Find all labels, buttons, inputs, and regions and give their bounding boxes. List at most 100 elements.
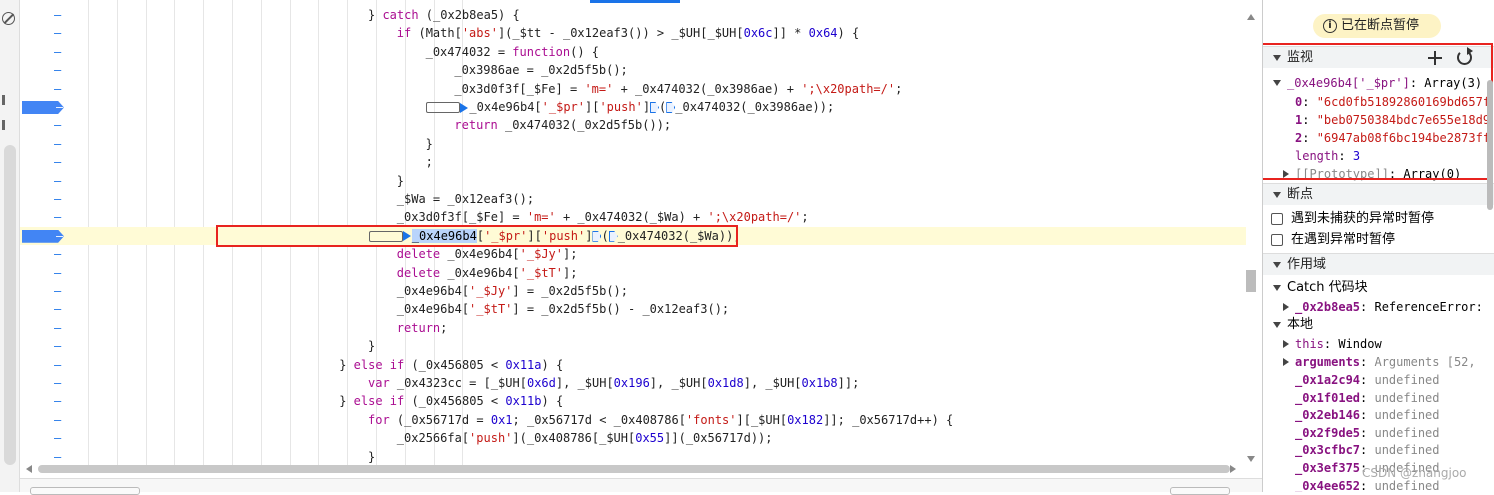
horizontal-scroll-thumb[interactable] bbox=[38, 465, 1230, 473]
scroll-left-arrow-icon[interactable] bbox=[26, 465, 32, 473]
code-line[interactable]: – _0x474032 = function() { bbox=[20, 43, 1246, 61]
scope-variable-row[interactable]: _0x3cfbc7: undefined bbox=[1263, 441, 1494, 459]
inline-breakpoint-box[interactable] bbox=[426, 102, 461, 113]
status-bar-control[interactable] bbox=[1170, 487, 1230, 495]
code-token: ] bbox=[642, 100, 651, 114]
vertical-scroll-thumb[interactable] bbox=[1246, 270, 1256, 292]
expand-caret-icon[interactable] bbox=[1283, 358, 1289, 366]
line-gutter[interactable]: – bbox=[20, 337, 68, 355]
sidebar-scroll-thumb[interactable] bbox=[1487, 80, 1493, 210]
line-gutter[interactable]: – bbox=[20, 356, 68, 374]
code-line[interactable]: – _0x3986ae = _0x2d5f5b(); bbox=[20, 61, 1246, 79]
scope-variable-row[interactable]: _0x2eb146: undefined bbox=[1263, 406, 1494, 424]
scope-variable-row[interactable]: _0x1f01ed: undefined bbox=[1263, 389, 1494, 407]
code-line[interactable]: – return _0x474032(_0x2d5f5b()); bbox=[20, 116, 1246, 134]
code-token: ; bbox=[895, 81, 903, 96]
line-gutter[interactable]: – bbox=[20, 24, 68, 42]
code-number: 0x1 bbox=[490, 412, 513, 427]
code-line[interactable]: – delete _0x4e96b4['_$tT']; bbox=[20, 264, 1246, 282]
scope-variable-row[interactable]: _0x2f9de5: undefined bbox=[1263, 424, 1494, 442]
line-gutter[interactable]: – bbox=[20, 264, 68, 282]
line-gutter[interactable]: – bbox=[20, 135, 68, 153]
scroll-down-arrow-icon[interactable] bbox=[1247, 456, 1255, 462]
expand-caret-icon[interactable] bbox=[1283, 303, 1289, 311]
code-line[interactable]: – var _0x4323cc = [_$UH[0x6d], _$UH[0x196… bbox=[20, 374, 1246, 392]
code-line[interactable]: – _$Wa = _0x12eaf3(); bbox=[20, 190, 1246, 208]
line-gutter[interactable]: – bbox=[20, 43, 68, 61]
code-line[interactable]: –} else if (_0x456805 < 0x11b) { bbox=[20, 392, 1246, 410]
code-line[interactable]: –} catch (_0x2b8ea5) { bbox=[20, 6, 1246, 24]
line-gutter[interactable]: – bbox=[20, 429, 68, 447]
line-gutter[interactable]: – bbox=[20, 208, 68, 226]
code-line[interactable]: – _0x4e96b4['_$tT'] = _0x2d5f5b() - _0x12… bbox=[20, 300, 1246, 318]
line-gutter[interactable]: – bbox=[20, 300, 68, 318]
scope-variable-row[interactable]: _0x1a2c94: undefined bbox=[1263, 371, 1494, 389]
line-gutter[interactable]: – bbox=[20, 190, 68, 208]
code-line[interactable]: – for (_0x56717d = 0x1; _0x56717d < _0x40… bbox=[20, 411, 1246, 429]
scroll-right-arrow-icon[interactable] bbox=[1230, 465, 1236, 473]
line-gutter[interactable]: – bbox=[20, 392, 68, 410]
pause-caught-checkbox[interactable] bbox=[1271, 234, 1283, 246]
line-gutter[interactable]: – bbox=[20, 80, 68, 98]
line-gutter[interactable]: – bbox=[20, 282, 68, 300]
line-gutter[interactable]: – bbox=[20, 319, 68, 337]
status-bar-control[interactable] bbox=[30, 487, 140, 495]
breakpoint-flag-icon[interactable]: – bbox=[22, 101, 64, 114]
pause-uncaught-option[interactable]: 遇到未捕获的异常时暂停 bbox=[1263, 210, 1494, 228]
line-gutter[interactable]: – bbox=[20, 153, 68, 171]
code-token: ][_$UH[ bbox=[736, 412, 788, 427]
source-code-editor[interactable]: –} catch (_0x2b8ea5) {– if (Math['abs'](_… bbox=[20, 0, 1262, 470]
collapse-caret-icon[interactable] bbox=[1273, 192, 1281, 198]
code-line[interactable]: – return; bbox=[20, 319, 1246, 337]
code-line[interactable]: – _0x4e96b4['_$pr']['push'] (_0x474032(_0x… bbox=[20, 98, 1246, 116]
code-token: (_0x2b8ea5) { bbox=[418, 8, 520, 22]
breakpoint-marker[interactable]: – bbox=[20, 227, 68, 245]
pause-caught-option[interactable]: 在遇到异常时暂停 bbox=[1263, 231, 1494, 249]
left-strip-scrollbar[interactable] bbox=[4, 145, 16, 465]
editor-vertical-scrollbar[interactable] bbox=[1244, 8, 1258, 470]
code-line[interactable]: –} else if (_0x456805 < 0x11a) { bbox=[20, 356, 1246, 374]
deactivate-breakpoints-icon[interactable] bbox=[2, 12, 15, 25]
catch-block-row[interactable]: Catch 代码块 bbox=[1263, 279, 1494, 297]
inline-breakpoint-arrow-icon[interactable] bbox=[460, 102, 469, 113]
line-gutter[interactable]: – bbox=[20, 116, 68, 134]
expand-caret-icon[interactable] bbox=[1273, 285, 1281, 291]
line-gutter[interactable]: – bbox=[20, 374, 68, 392]
collapse-caret-icon[interactable] bbox=[1273, 262, 1281, 268]
code-line[interactable]: –} bbox=[20, 337, 1246, 355]
code-token: ]; bbox=[563, 265, 578, 280]
code-line[interactable]: –; bbox=[20, 153, 1246, 171]
local-scope-row[interactable]: 本地 bbox=[1263, 316, 1494, 334]
code-line[interactable]: –} bbox=[20, 135, 1246, 153]
line-gutter[interactable]: – bbox=[20, 172, 68, 190]
code-keyword: return bbox=[396, 320, 441, 335]
pause-uncaught-checkbox[interactable] bbox=[1271, 213, 1283, 225]
scope-section-header[interactable]: 作用域 bbox=[1263, 253, 1494, 275]
code-string: 'm=' bbox=[584, 81, 614, 96]
breakpoint-flag-icon[interactable]: – bbox=[22, 229, 64, 243]
code-line[interactable]: – _0x3d0f3f[_$Fe] = 'm=' + _0x474032(_0x3… bbox=[20, 80, 1246, 98]
breakpoint-marker[interactable]: – bbox=[20, 98, 68, 116]
line-gutter[interactable]: – bbox=[20, 6, 68, 24]
inline-breakpoint-marker-icon[interactable] bbox=[650, 102, 660, 113]
line-gutter[interactable]: – bbox=[20, 245, 68, 263]
code-line[interactable]: – delete _0x4e96b4['_$Jy']; bbox=[20, 245, 1246, 263]
code-number: 0x196 bbox=[613, 376, 650, 390]
line-gutter[interactable]: – bbox=[20, 61, 68, 79]
expand-caret-icon[interactable] bbox=[1283, 340, 1289, 348]
code-line[interactable]: – _0x2566fa['push'](_0x408786[_$UH[0x55]]… bbox=[20, 429, 1246, 447]
breakpoints-section-header[interactable]: 断点 bbox=[1263, 183, 1494, 205]
expand-caret-icon[interactable] bbox=[1273, 322, 1281, 328]
line-gutter[interactable]: – bbox=[20, 411, 68, 429]
sidebar-scrollbar[interactable] bbox=[1483, 0, 1494, 492]
code-line[interactable]: – if (Math['abs'](_$tt - _0x12eaf3()) > _… bbox=[20, 24, 1246, 42]
catch-variable-row[interactable]: _0x2b8ea5: ReferenceError: bbox=[1263, 298, 1494, 316]
inline-breakpoint-marker-icon[interactable] bbox=[666, 102, 676, 113]
code-line[interactable]: –} bbox=[20, 172, 1246, 190]
scroll-up-arrow-icon[interactable] bbox=[1247, 14, 1255, 20]
arguments-row[interactable]: arguments: Arguments [52, bbox=[1263, 353, 1494, 371]
code-line[interactable]: – _0x4e96b4['_$Jy'] = _0x2d5f5b(); bbox=[20, 282, 1246, 300]
this-row[interactable]: this: Window bbox=[1263, 335, 1494, 353]
editor-horizontal-scrollbar[interactable] bbox=[20, 462, 1246, 476]
variable-name: _0x3cfbc7 bbox=[1295, 443, 1361, 458]
